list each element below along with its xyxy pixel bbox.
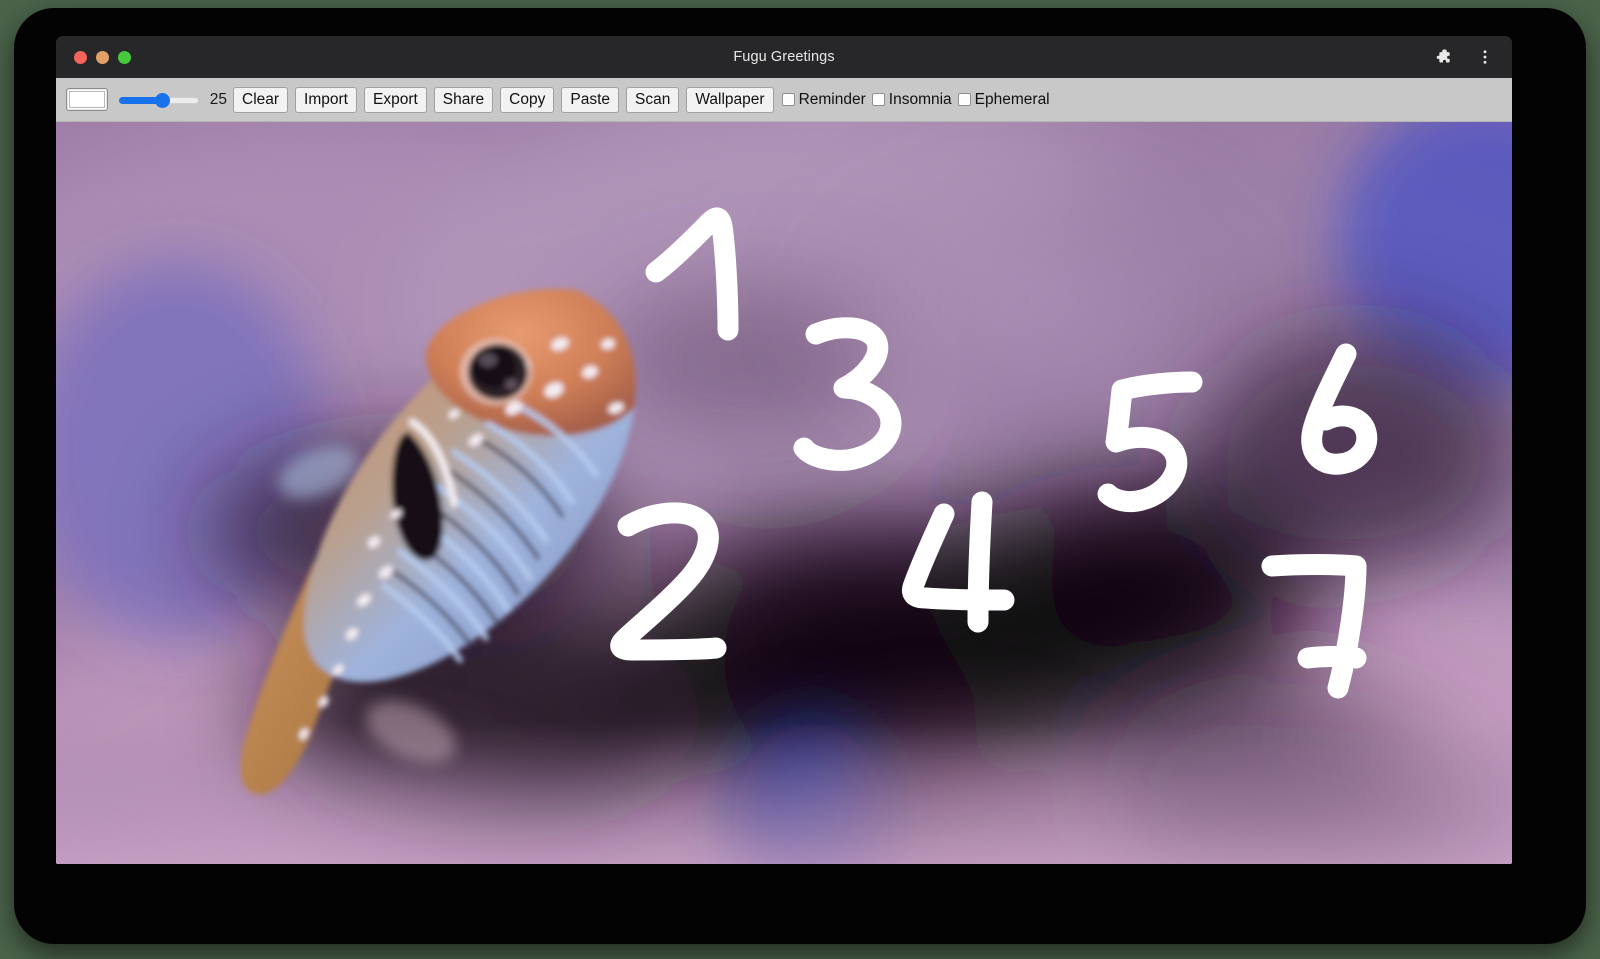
- share-button[interactable]: Share: [433, 86, 494, 113]
- wallpaper-button[interactable]: Wallpaper: [686, 86, 774, 113]
- window-traffic-lights: [74, 50, 131, 64]
- close-button[interactable]: [74, 50, 87, 64]
- ephemeral-checkbox-label: Ephemeral: [974, 90, 1050, 108]
- export-button[interactable]: Export: [363, 86, 427, 113]
- reminder-checkbox-label: Reminder: [798, 90, 866, 108]
- stroke-width-value: 25: [209, 90, 227, 108]
- insomnia-checkbox-label: Insomnia: [888, 90, 952, 108]
- reminder-checkbox[interactable]: Reminder: [781, 90, 866, 109]
- import-button[interactable]: Import: [295, 86, 357, 113]
- scan-button[interactable]: Scan: [626, 86, 680, 113]
- extensions-icon[interactable]: [1430, 44, 1456, 70]
- drawing-canvas[interactable]: [56, 122, 1512, 864]
- canvas-background-photo: [56, 122, 1512, 864]
- color-picker-input[interactable]: [66, 88, 108, 111]
- window-titlebar: Fugu Greetings: [56, 36, 1512, 78]
- desktop-background: Fugu Greetings 25 Clear Import Export Sh…: [0, 0, 1600, 959]
- ephemeral-checkbox-box[interactable]: [957, 93, 971, 106]
- insomnia-checkbox[interactable]: Insomnia: [871, 90, 952, 109]
- window-title: Fugu Greetings: [733, 49, 835, 65]
- minimize-button[interactable]: [96, 50, 109, 64]
- maximize-button[interactable]: [118, 50, 131, 64]
- stroke-width-slider[interactable]: [119, 90, 199, 110]
- titlebar-actions: [1430, 36, 1498, 78]
- copy-button[interactable]: Copy: [500, 86, 555, 113]
- reminder-checkbox-box[interactable]: [781, 93, 795, 106]
- insomnia-checkbox-box[interactable]: [871, 93, 885, 106]
- clear-button[interactable]: Clear: [233, 86, 289, 113]
- slider-thumb[interactable]: [155, 92, 170, 108]
- ephemeral-checkbox[interactable]: Ephemeral: [957, 90, 1050, 109]
- color-swatch-fill: [69, 91, 105, 108]
- app-toolbar: 25 Clear Import Export Share Copy Paste …: [56, 78, 1512, 122]
- paste-button[interactable]: Paste: [561, 86, 619, 113]
- browser-menu-icon[interactable]: [1472, 44, 1498, 70]
- app-window: Fugu Greetings 25 Clear Import Export Sh…: [56, 36, 1512, 864]
